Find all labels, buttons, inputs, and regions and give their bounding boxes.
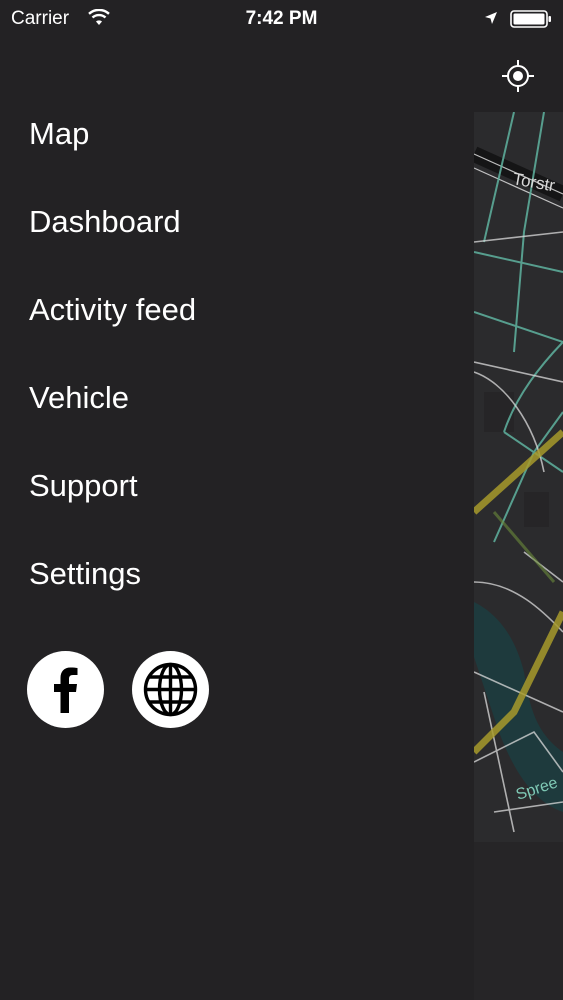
map-panel[interactable]: Torstr Spree bbox=[474, 0, 563, 1000]
menu-item-support[interactable]: Support bbox=[29, 464, 196, 552]
globe-icon bbox=[143, 662, 198, 717]
battery-icon bbox=[510, 10, 551, 28]
menu-item-activity-feed[interactable]: Activity feed bbox=[29, 288, 196, 376]
map-bottom-bar bbox=[474, 842, 563, 1000]
crosshair-icon[interactable] bbox=[500, 58, 536, 94]
menu-item-map[interactable]: Map bbox=[29, 112, 196, 200]
facebook-icon bbox=[54, 667, 78, 713]
menu-item-vehicle[interactable]: Vehicle bbox=[29, 376, 196, 464]
side-drawer: Map Dashboard Activity feed Vehicle Supp… bbox=[0, 0, 474, 1000]
clock: 7:42 PM bbox=[245, 8, 318, 29]
street-label-torstr: Torstr bbox=[511, 169, 556, 195]
drawer-menu: Map Dashboard Activity feed Vehicle Supp… bbox=[29, 112, 196, 640]
website-button[interactable] bbox=[132, 651, 209, 728]
menu-item-settings[interactable]: Settings bbox=[29, 552, 196, 640]
menu-item-dashboard[interactable]: Dashboard bbox=[29, 200, 196, 288]
status-bar: Carrier 7:42 PM bbox=[0, 0, 563, 40]
location-arrow-icon bbox=[485, 12, 497, 24]
map-canvas[interactable]: Torstr Spree bbox=[474, 112, 563, 842]
facebook-button[interactable] bbox=[27, 651, 104, 728]
